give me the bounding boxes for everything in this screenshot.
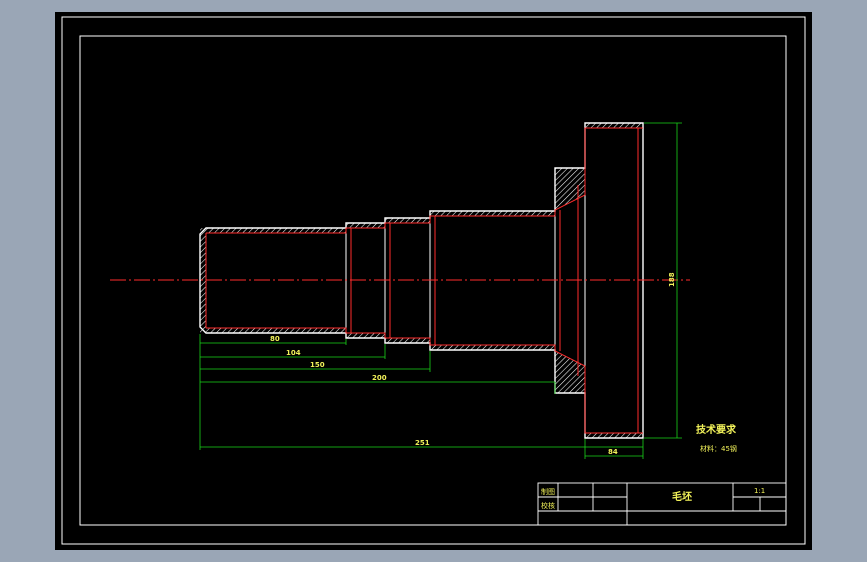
dim-188: 188: [668, 272, 676, 287]
part-name: 毛坯: [672, 490, 692, 503]
dim-104: 104: [286, 349, 301, 357]
cad-drawing-canvas: 80 104 150 200 251 84 188 技术要求 材料：45钢 制图…: [55, 12, 812, 550]
dim-150: 150: [310, 361, 325, 369]
material-note: 材料：45钢: [700, 444, 737, 453]
dim-251: 251: [415, 439, 430, 447]
dim-200: 200: [372, 374, 387, 382]
dim-80: 80: [270, 335, 280, 343]
scale-value: 1:1: [754, 487, 765, 495]
tech-requirements-heading: 技术要求: [696, 423, 737, 436]
drawn-by-label: 制图: [541, 487, 555, 496]
checked-by-label: 校核: [541, 501, 555, 510]
dim-84: 84: [608, 448, 618, 456]
drawing-sheet: [55, 12, 812, 550]
cad-window: 80 104 150 200 251 84 188 技术要求 材料：45钢 制图…: [0, 0, 867, 562]
